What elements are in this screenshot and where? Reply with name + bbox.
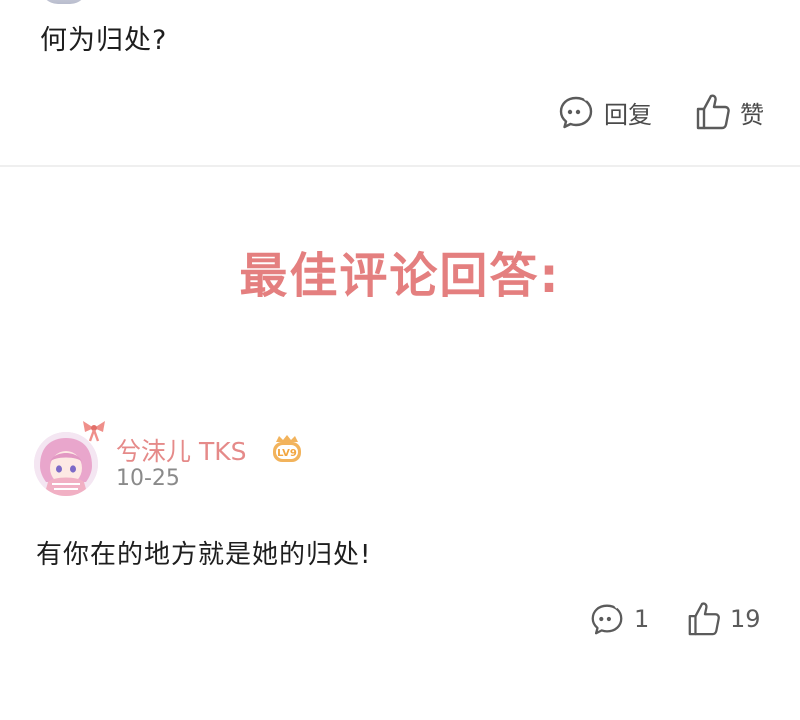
top-avatar-fragment	[40, 0, 88, 4]
thumbs-up-icon	[686, 600, 722, 638]
like-button[interactable]: 赞	[694, 92, 764, 132]
like-label: 赞	[740, 100, 764, 129]
reply-count: 1	[634, 605, 650, 633]
like-count: 19	[730, 605, 761, 633]
comment-like-button[interactable]: 19	[686, 600, 761, 638]
comment-bubble-icon	[588, 600, 626, 638]
comment-date: 10-25	[116, 466, 180, 491]
best-answer-heading: 最佳评论回答:	[239, 248, 561, 304]
comment-text: 有你在的地方就是她的归处!	[36, 540, 372, 570]
thumbs-up-icon	[694, 92, 732, 132]
reply-button[interactable]: 回复	[556, 92, 652, 132]
comment-bubble-icon	[556, 92, 596, 132]
bow-icon	[80, 418, 108, 446]
level-badge-text: LV9	[277, 448, 297, 459]
divider	[0, 165, 800, 167]
comment-reply-button[interactable]: 1	[588, 600, 649, 638]
reply-label: 回复	[604, 100, 652, 129]
username[interactable]: 兮沫儿 TKS	[116, 432, 246, 468]
level-badge-icon: LV9	[271, 434, 303, 468]
question-text: 何为归处?	[40, 25, 168, 56]
